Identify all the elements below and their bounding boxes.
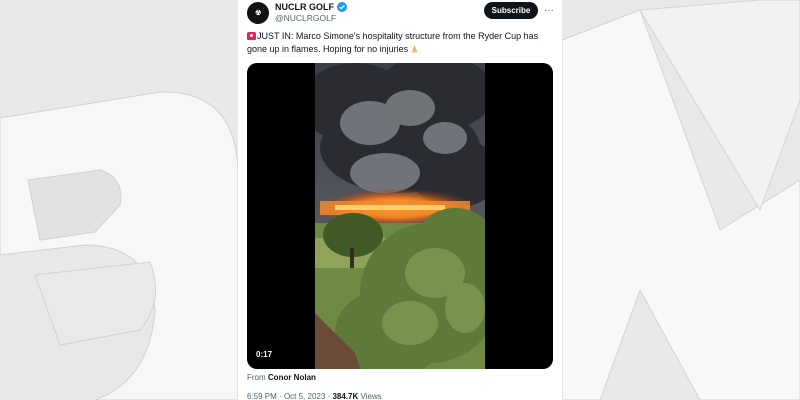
separator: · <box>279 392 282 400</box>
verified-badge-icon <box>337 2 347 12</box>
avatar-logo-icon: ☢ <box>255 10 261 17</box>
separator: · <box>327 392 331 400</box>
user-handle[interactable]: @NUCLRGOLF <box>275 13 336 23</box>
subscribe-button[interactable]: Subscribe <box>484 2 538 19</box>
folded-hands-emoji-icon <box>411 45 418 52</box>
display-name[interactable]: NUCLR GOLF <box>275 2 334 12</box>
views-label: Views <box>360 392 382 400</box>
from-author-link[interactable]: Conor Nolan <box>268 373 316 382</box>
tweet-text: JUST IN: Marco Simone's hospitality stru… <box>247 30 555 55</box>
video-frame-fire <box>315 63 485 369</box>
tweet-card: ☢ NUCLR GOLF @NUCLRGOLF Subscribe ··· JU… <box>238 0 562 400</box>
tweet-meta: 6:59 PM · Oct 5, 2023 · 384.7K Views <box>247 392 382 400</box>
views-count: 384.7K <box>332 392 359 400</box>
tweet-date[interactable]: Oct 5, 2023 <box>284 392 325 400</box>
tweet-time[interactable]: 6:59 PM <box>247 392 277 400</box>
from-label: From <box>247 373 266 382</box>
author-name-row[interactable]: NUCLR GOLF <box>275 2 347 12</box>
more-options-icon[interactable]: ··· <box>542 3 556 17</box>
tweet-video[interactable]: 0:17 <box>247 63 553 369</box>
tweet-body: JUST IN: Marco Simone's hospitality stru… <box>247 31 539 54</box>
siren-emoji-icon <box>247 32 256 40</box>
video-timer: 0:17 <box>253 349 276 360</box>
video-source: From Conor Nolan <box>247 373 316 382</box>
avatar[interactable]: ☢ <box>247 2 269 24</box>
